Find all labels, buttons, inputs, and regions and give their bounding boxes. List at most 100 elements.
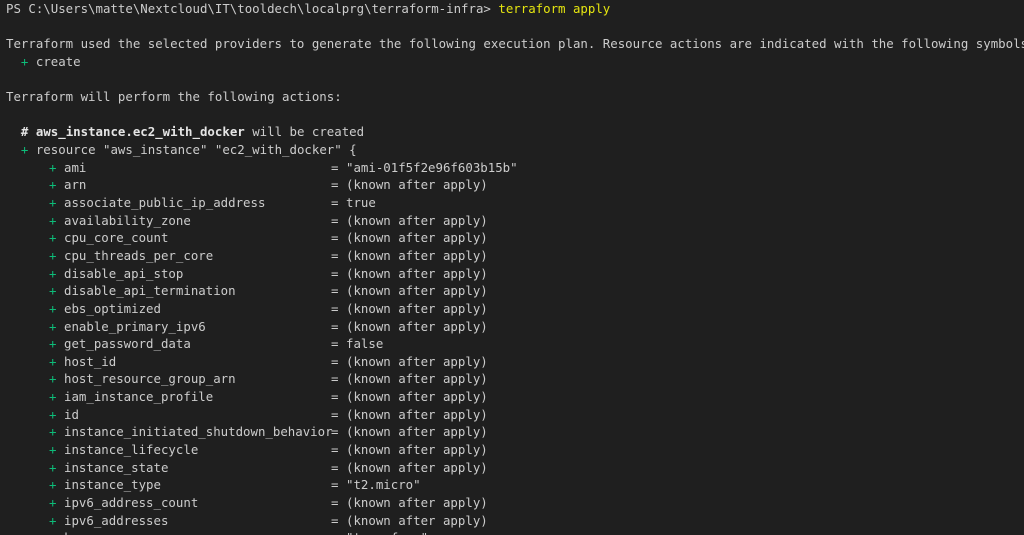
equals-sign: = — [331, 459, 339, 475]
plus-symbol: + — [49, 283, 57, 299]
equals-sign: = — [331, 265, 339, 281]
attribute-name: enable_primary_ipv6 — [64, 318, 206, 334]
plus-symbol: + — [49, 442, 57, 458]
attribute-value: "terraform" — [346, 529, 428, 535]
attribute-row: + host_resource_group_arn = (known after ap… — [0, 370, 1024, 388]
attribute-row: + host_id = (known after apply) — [0, 353, 1024, 371]
attribute-value: (known after apply) — [346, 459, 488, 475]
attribute-value: (known after apply) — [346, 371, 488, 387]
plus-symbol: + — [49, 212, 57, 228]
attribute-name: arn — [64, 177, 87, 193]
resource-comment: # aws_instance.ec2_with_docker will be c… — [0, 123, 1024, 141]
comment-suffix: will be created — [244, 124, 365, 140]
equals-sign: = — [331, 371, 339, 387]
attribute-name: disable_api_termination — [64, 283, 236, 299]
attribute-value: (known after apply) — [346, 212, 488, 228]
attribute-row: + associate_public_ip_address = true — [0, 194, 1024, 212]
plus-symbol: + — [49, 318, 57, 334]
attribute-row: + instance_type = "t2.micro" — [0, 476, 1024, 494]
resource-address: aws_instance.ec2_with_docker — [35, 124, 245, 140]
prompt-command: terraform apply — [498, 1, 611, 16]
legend-line: + create — [0, 53, 1024, 71]
equals-sign: = — [331, 406, 339, 422]
prompt-line: PS C:\Users\matte\Nextcloud\IT\tooldech\… — [0, 0, 1024, 18]
plus-symbol: + — [49, 195, 57, 211]
equals-sign: = — [331, 353, 339, 369]
equals-sign: = — [331, 230, 339, 246]
attribute-row: + id = (known after apply) — [0, 406, 1024, 424]
legend-label: create — [35, 53, 81, 69]
plus-symbol: + — [49, 424, 57, 440]
plus-symbol: + — [49, 336, 57, 352]
equals-sign: = — [331, 529, 338, 535]
attribute-row: + disable_api_stop = (known after apply) — [0, 265, 1024, 283]
comment-hash: # — [20, 124, 29, 140]
attribute-value: (known after apply) — [346, 389, 488, 405]
plus-symbol: + — [49, 389, 57, 405]
attribute-name: get_password_data — [64, 336, 191, 352]
equals-sign: = — [331, 177, 339, 193]
attribute-row: + arn = (known after apply) — [0, 176, 1024, 194]
attribute-name: ami — [64, 159, 87, 175]
plus-symbol: + — [49, 159, 57, 175]
attribute-list: + ami = "ami-01f5f2e96f603b15b" + arn = (known … — [0, 159, 1024, 535]
actions-text: Terraform will perform the following act… — [6, 89, 342, 105]
equals-sign: = — [331, 318, 339, 334]
attribute-value: (known after apply) — [346, 442, 488, 458]
equals-sign: = — [331, 159, 339, 175]
attribute-name: host_resource_group_arn — [64, 371, 236, 387]
attribute-value: (known after apply) — [346, 494, 488, 510]
plus-symbol: + — [49, 247, 57, 263]
attribute-row: + iam_instance_profile = (known after apply… — [0, 388, 1024, 406]
attribute-row: + ipv6_address_count = (known after apply) — [0, 494, 1024, 512]
attribute-value: (known after apply) — [346, 512, 488, 528]
plus-symbol: + — [49, 512, 57, 528]
resource-decl-text: resource "aws_instance" "ec2_with_docker… — [28, 142, 357, 158]
equals-sign: = — [331, 247, 339, 263]
plus-symbol: + — [49, 459, 57, 475]
attribute-value: (known after apply) — [346, 300, 488, 316]
equals-sign: = — [331, 477, 339, 493]
attribute-row: + cpu_core_count = (known after apply) — [0, 229, 1024, 247]
attribute-value: (known after apply) — [346, 424, 488, 440]
prompt-path: PS C:\Users\matte\Nextcloud\IT\tooldech\… — [6, 1, 499, 16]
attribute-value: (known after apply) — [346, 318, 488, 334]
attribute-name: key_name — [64, 529, 124, 535]
plus-symbol: + — [49, 230, 57, 246]
plus-symbol: + — [49, 300, 57, 316]
attribute-name: ebs_optimized — [64, 300, 161, 316]
equals-sign: = — [331, 494, 339, 510]
attribute-row: + ipv6_addresses = (known after apply) — [0, 512, 1024, 530]
equals-sign: = — [331, 336, 339, 352]
attribute-value: true — [346, 195, 376, 211]
attribute-name: instance_type — [64, 477, 161, 493]
plus-symbol: + — [20, 53, 29, 69]
attribute-row: + availability_zone = (known after apply) — [0, 212, 1024, 230]
attribute-name: ipv6_addresses — [64, 512, 169, 528]
attribute-value: (known after apply) — [346, 283, 488, 299]
attribute-value: "t2.micro" — [346, 477, 421, 493]
plus-symbol: + — [49, 494, 57, 510]
attribute-row: + cpu_threads_per_core = (known after apply… — [0, 247, 1024, 265]
attribute-name: instance_state — [64, 459, 169, 475]
attribute-value: (known after apply) — [346, 177, 488, 193]
equals-sign: = — [331, 442, 339, 458]
attribute-name: iam_instance_profile — [64, 389, 214, 405]
attribute-value: (known after apply) — [346, 230, 488, 246]
attribute-value: false — [346, 336, 384, 352]
terminal-output[interactable]: PS C:\Users\matte\Nextcloud\IT\tooldech\… — [0, 0, 1024, 535]
equals-sign: = — [331, 212, 339, 228]
resource-declaration: + resource "aws_instance" "ec2_with_dock… — [0, 141, 1024, 159]
attribute-row: + key_name = "terraform" — [0, 529, 1024, 535]
plus-symbol: + — [49, 477, 57, 493]
attribute-value: (known after apply) — [346, 406, 488, 422]
attribute-name: disable_api_stop — [64, 265, 184, 281]
equals-sign: = — [331, 300, 339, 316]
attribute-name: availability_zone — [64, 212, 191, 228]
attribute-row: + disable_api_termination = (known after ap… — [0, 282, 1024, 300]
attribute-name: ipv6_address_count — [64, 494, 199, 510]
attribute-row: + ebs_optimized = (known after apply) — [0, 300, 1024, 318]
equals-sign: = — [331, 283, 339, 299]
